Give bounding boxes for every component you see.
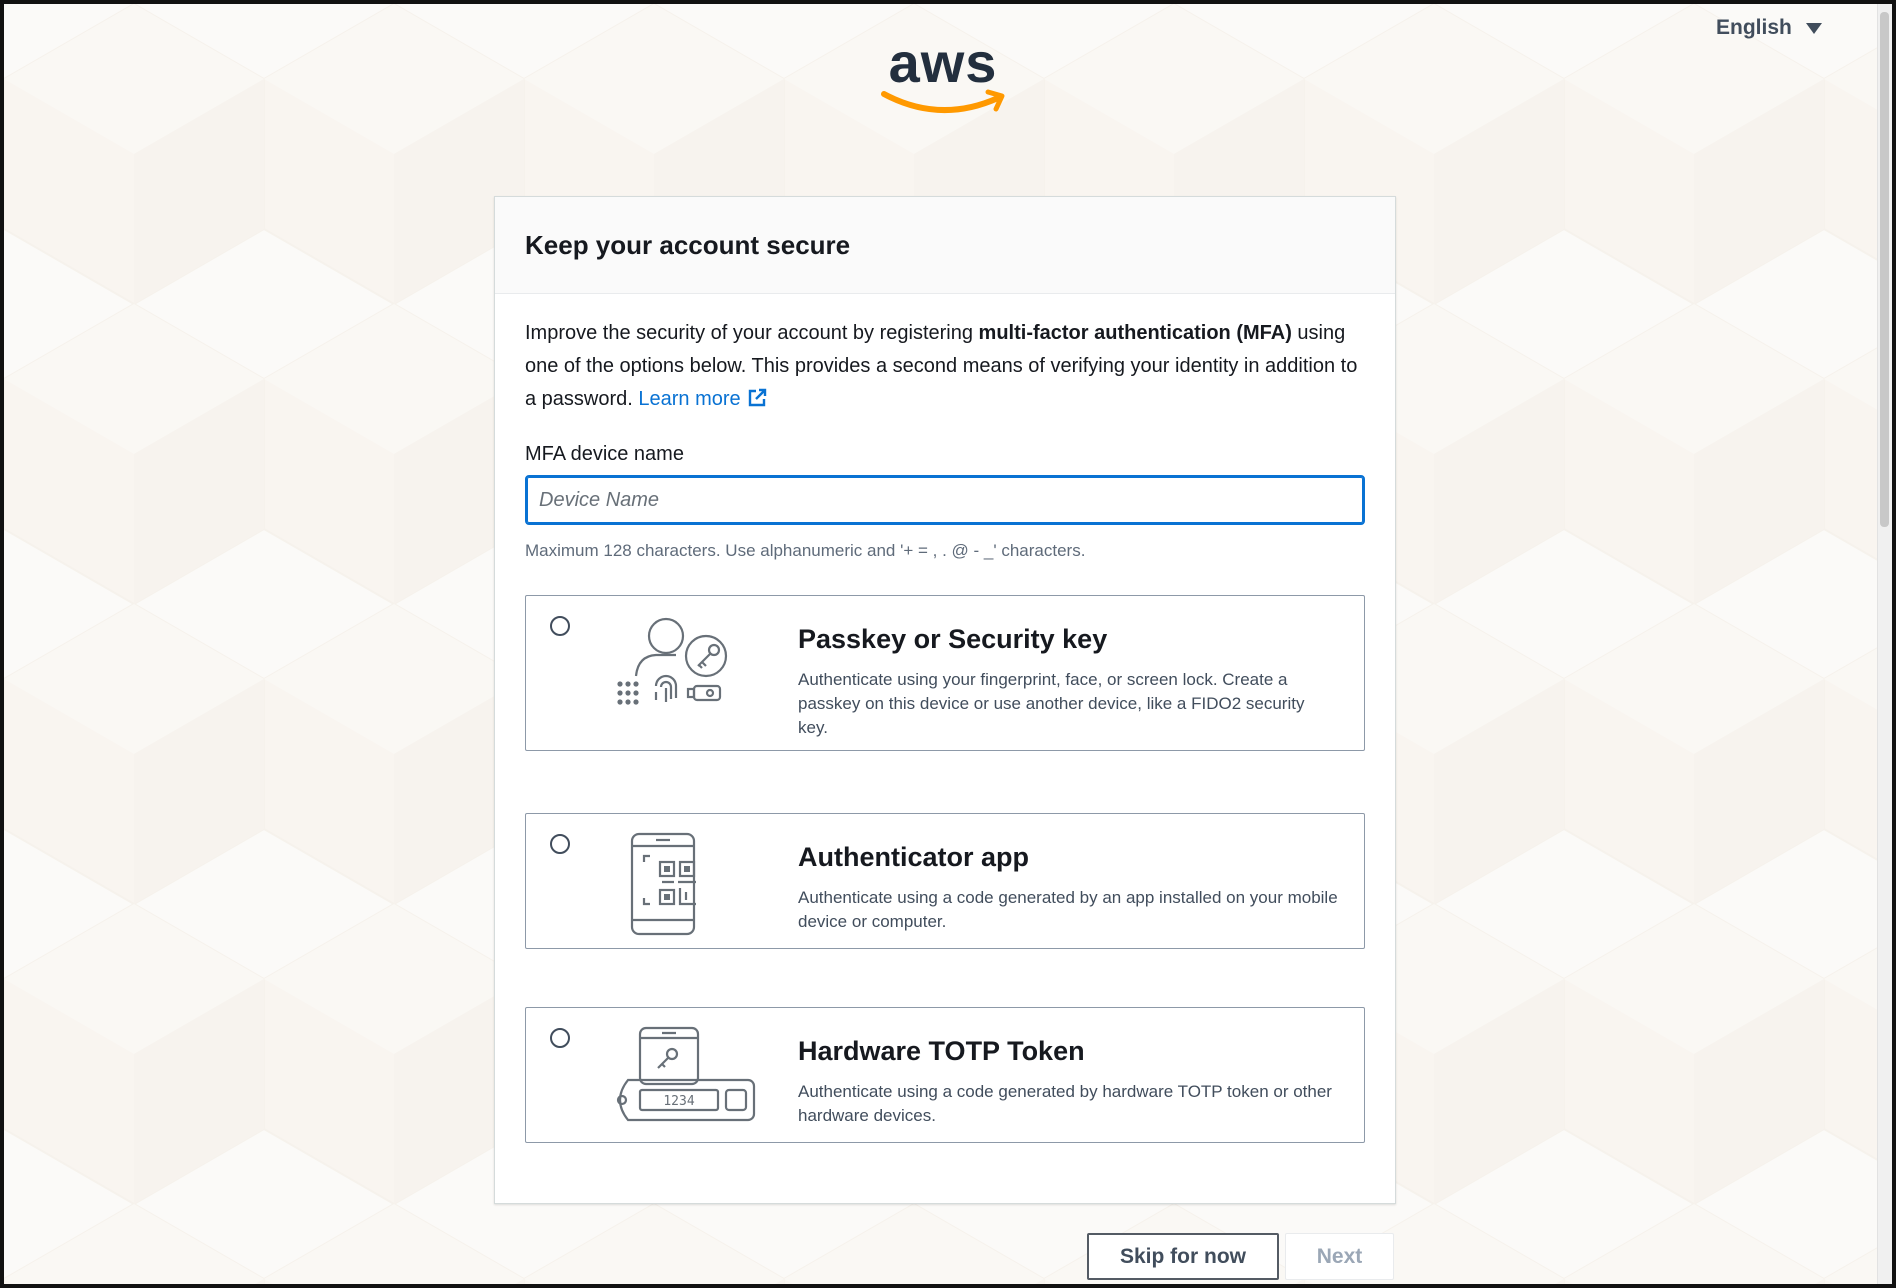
caret-down-icon: [1805, 22, 1822, 34]
option-passkey[interactable]: Passkey or Security key Authenticate usi…: [525, 595, 1365, 751]
intro-text-bold: multi-factor authentication (MFA): [978, 322, 1292, 344]
option-authenticator-app[interactable]: Authenticator app Authenticate using a c…: [525, 813, 1365, 949]
authenticator-app-icon: [630, 832, 696, 936]
option-description: Authenticate using your fingerprint, fac…: [798, 670, 1305, 737]
svg-text:aws: aws: [889, 34, 998, 94]
token-display: 1234: [663, 1094, 694, 1109]
scrollbar-thumb[interactable]: [1880, 12, 1889, 527]
option-description: Authenticate using a code generated by h…: [798, 1082, 1332, 1125]
skip-for-now-button[interactable]: Skip for now: [1087, 1233, 1279, 1280]
device-name-hint: Maximum 128 characters. Use alphanumeric…: [525, 541, 1086, 560]
device-name-input[interactable]: [525, 475, 1365, 525]
language-label: English: [1716, 16, 1792, 39]
device-name-label: MFA device name: [525, 443, 684, 465]
radio-authenticator-app[interactable]: [550, 834, 570, 854]
intro-text: Improve the security of your account by …: [525, 317, 1365, 416]
passkey-icon: [617, 617, 728, 705]
hardware-token-icon: 1234: [616, 1026, 756, 1122]
radio-passkey[interactable]: [550, 616, 570, 636]
page-scrollbar[interactable]: [1877, 4, 1892, 1284]
option-description: Authenticate using a code generated by a…: [798, 888, 1338, 931]
mfa-card: Keep your account secure Improve the sec…: [494, 196, 1396, 1204]
next-button[interactable]: Next: [1285, 1233, 1394, 1280]
option-hardware-totp[interactable]: 1234 Hardware TOTP Token Authenticate us…: [525, 1007, 1365, 1143]
card-header: Keep your account secure: [495, 197, 1395, 294]
option-title: Passkey or Security key: [798, 624, 1108, 654]
card-title: Keep your account secure: [525, 229, 851, 260]
learn-more-link[interactable]: Learn more: [638, 388, 766, 410]
aws-logo: aws: [881, 34, 1005, 113]
page-frame: English aws Keep your account secure Imp…: [0, 0, 1896, 1288]
language-selector[interactable]: English: [1716, 16, 1822, 40]
intro-text-part: Improve the security of your account by …: [525, 322, 979, 344]
learn-more-label: Learn more: [638, 388, 741, 410]
option-title: Hardware TOTP Token: [798, 1036, 1085, 1066]
external-link-icon: [748, 388, 766, 407]
option-title: Authenticator app: [798, 842, 1030, 872]
radio-hardware-totp[interactable]: [550, 1028, 570, 1048]
